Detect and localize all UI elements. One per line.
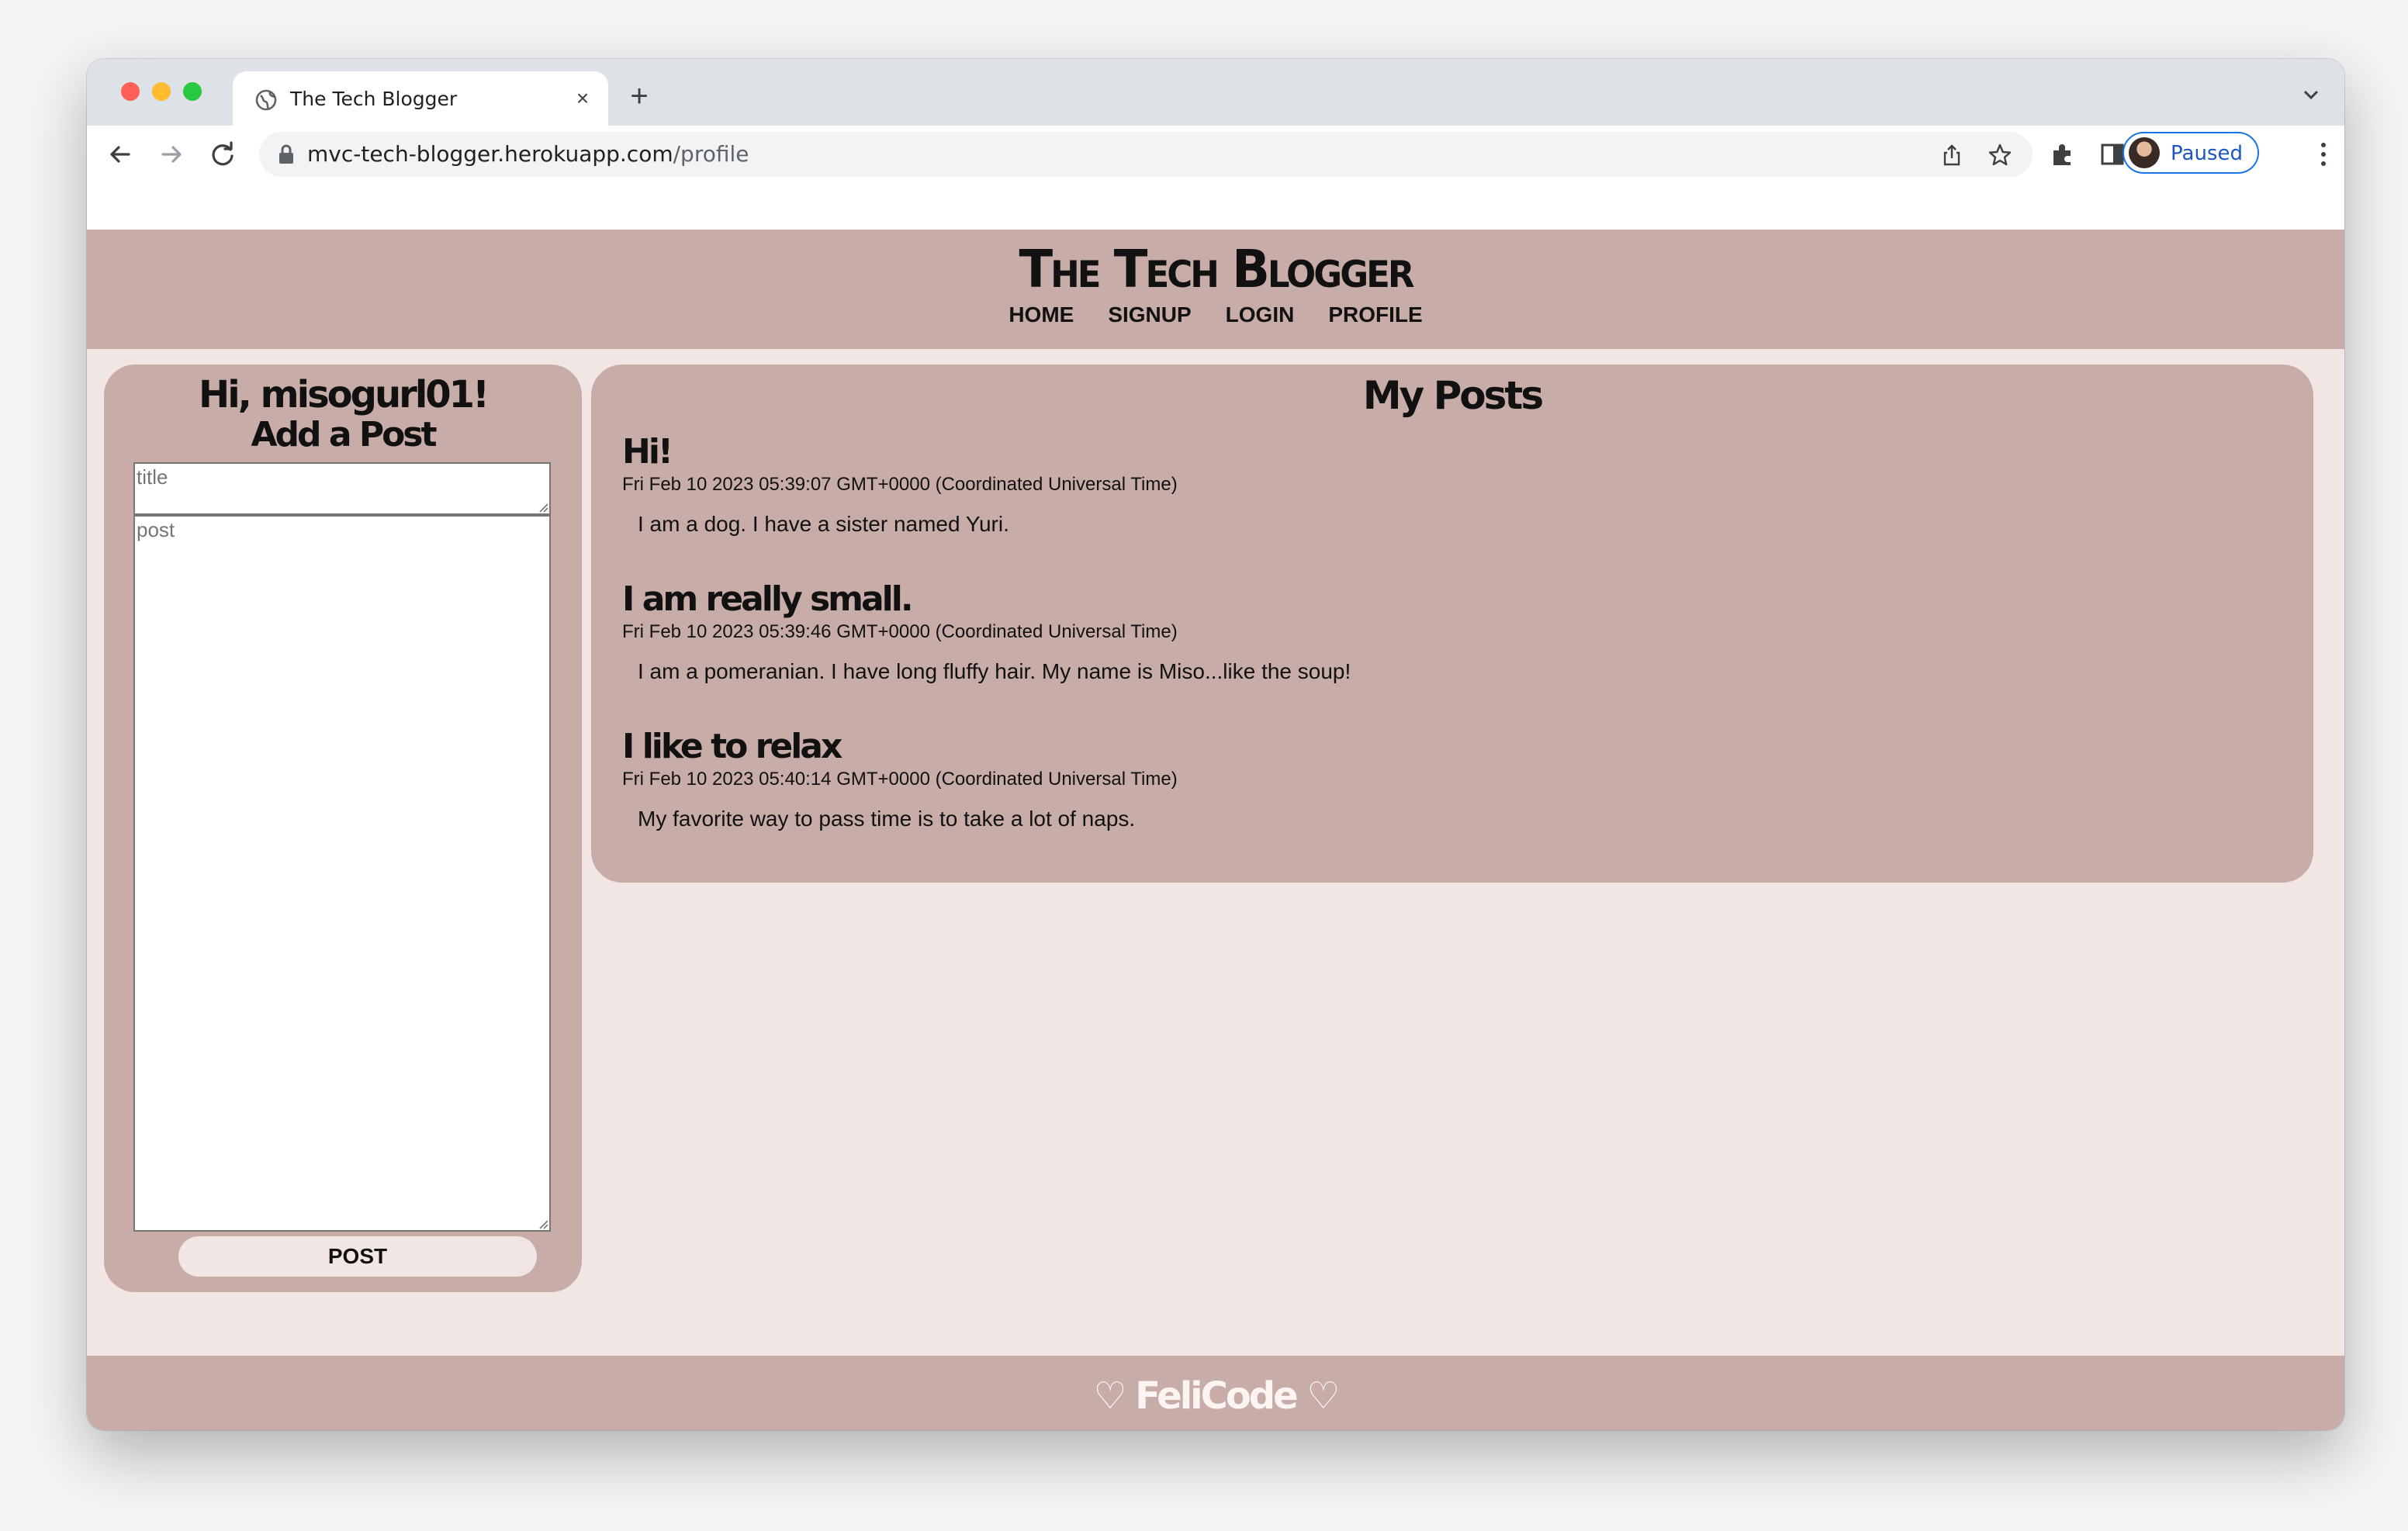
toolbar-spacer [87, 183, 2344, 231]
lock-icon[interactable] [278, 144, 295, 164]
maximize-window-button[interactable] [183, 82, 202, 101]
post-body: My favorite way to pass time is to take … [638, 807, 1136, 831]
add-post-heading: Add a Post [251, 415, 437, 454]
site-title[interactable]: The Tech Blogger [87, 237, 2344, 302]
tab-strip: The Tech Blogger × + [87, 59, 2344, 126]
menu-icon[interactable] [2320, 141, 2327, 168]
site-nav: HOME SIGNUP LOGIN PROFILE [87, 301, 2344, 329]
site-footer: ♡ FeliCode ♡ [87, 1356, 2344, 1430]
post-body: I am a dog. I have a sister named Yuri. [638, 512, 1009, 536]
profile-button[interactable]: Paused [2123, 132, 2259, 174]
post-title-input[interactable] [133, 462, 551, 515]
share-icon[interactable] [1939, 143, 1964, 168]
post-body: I am a pomeranian. I have long fluffy ha… [638, 659, 1351, 683]
profile-status: Paused [2171, 142, 2243, 165]
nav-login-link[interactable]: LOGIN [1226, 301, 1295, 329]
post-body-input[interactable] [133, 515, 551, 1232]
avatar [2129, 137, 2160, 168]
resize-grip-icon[interactable] [537, 1218, 549, 1230]
site-header: The Tech Blogger HOME SIGNUP LOGIN PROFILE [87, 230, 2344, 349]
browser-window: The Tech Blogger × + mvc-tech-blogger.he… [87, 59, 2344, 1430]
post-item[interactable]: Hi! Fri Feb 10 2023 05:39:07 GMT+0000 (C… [622, 431, 2282, 538]
post-title[interactable]: Hi! [622, 431, 2282, 473]
reload-icon[interactable] [206, 138, 239, 171]
add-post-panel: Hi, misogurl01! Add a Post POST [104, 365, 582, 1292]
minimize-window-button[interactable] [152, 82, 171, 101]
greeting-heading: Hi, misogurl01! [199, 373, 490, 416]
nav-signup-link[interactable]: SIGNUP [1108, 301, 1191, 329]
tab-title: The Tech Blogger [290, 88, 458, 110]
resize-grip-icon[interactable] [537, 501, 549, 513]
url-text[interactable]: mvc-tech-blogger.herokuapp.com/profile [307, 141, 749, 168]
my-posts-panel: My Posts Hi! Fri Feb 10 2023 05:39:07 GM… [591, 365, 2313, 883]
browser-toolbar: mvc-tech-blogger.herokuapp.com/profile P… [87, 126, 2344, 183]
back-icon[interactable] [104, 138, 137, 171]
url-path: /profile [673, 141, 749, 167]
post-date: Fri Feb 10 2023 05:40:14 GMT+0000 (Coord… [622, 769, 1178, 790]
web-page: The Tech Blogger HOME SIGNUP LOGIN PROFILE … [87, 230, 2344, 1430]
side-panel-icon[interactable] [2099, 141, 2126, 168]
new-tab-button[interactable]: + [624, 81, 655, 112]
browser-tab[interactable]: The Tech Blogger × [233, 71, 608, 126]
tab-list-icon[interactable] [2301, 87, 2321, 102]
nav-home-link[interactable]: HOME [1009, 301, 1074, 329]
post-item[interactable]: I like to relax Fri Feb 10 2023 05:40:14… [622, 726, 2282, 833]
post-title[interactable]: I like to relax [622, 726, 2282, 768]
footer-credit: ♡ FeliCode ♡ [1093, 1374, 1341, 1418]
post-date: Fri Feb 10 2023 05:39:07 GMT+0000 (Coord… [622, 474, 1178, 495]
nav-profile-link[interactable]: PROFILE [1328, 301, 1422, 329]
post-item[interactable]: I am really small. Fri Feb 10 2023 05:39… [622, 579, 2282, 686]
extensions-icon[interactable] [2050, 141, 2076, 168]
url-host: mvc-tech-blogger.herokuapp.com [307, 141, 673, 167]
submit-post-button[interactable]: POST [178, 1236, 537, 1277]
globe-icon [255, 89, 277, 111]
close-window-button[interactable] [121, 82, 140, 101]
post-date: Fri Feb 10 2023 05:39:46 GMT+0000 (Coord… [622, 621, 1178, 642]
post-title[interactable]: I am really small. [622, 579, 2282, 620]
my-posts-heading: My Posts [1362, 373, 1544, 418]
close-tab-icon[interactable]: × [569, 85, 596, 112]
star-icon[interactable] [1988, 143, 2012, 168]
address-bar[interactable]: mvc-tech-blogger.herokuapp.com/profile [259, 132, 2033, 177]
forward-icon[interactable] [155, 138, 188, 171]
